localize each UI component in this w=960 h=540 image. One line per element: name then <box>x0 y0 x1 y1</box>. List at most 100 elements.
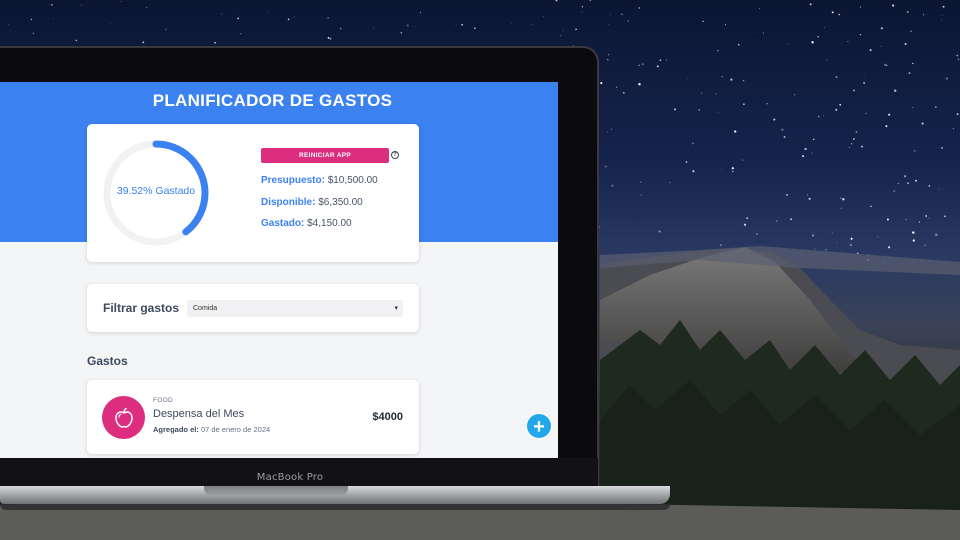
star <box>792 256 794 258</box>
star <box>894 89 896 91</box>
star <box>839 103 842 106</box>
star <box>559 34 562 37</box>
star <box>329 37 332 40</box>
star <box>885 125 888 128</box>
laptop-base-shadow <box>0 504 670 510</box>
star <box>615 86 618 88</box>
star <box>864 74 865 75</box>
star <box>867 254 870 257</box>
star <box>835 76 838 79</box>
star <box>373 28 375 30</box>
star <box>293 16 295 18</box>
star <box>419 11 422 14</box>
star <box>831 11 834 14</box>
star <box>627 20 629 22</box>
star <box>715 93 717 95</box>
star <box>717 49 719 52</box>
star <box>721 75 723 78</box>
star <box>591 28 593 30</box>
star <box>611 184 614 187</box>
star <box>918 221 921 223</box>
star <box>894 89 897 93</box>
expense-date-value: 07 de enero de 2024 <box>200 425 271 434</box>
budget-card: 39.52% Gastado REINICIAR APP ? Presupues… <box>87 124 419 262</box>
star <box>853 89 855 92</box>
star <box>956 113 959 116</box>
star <box>925 215 928 217</box>
star <box>817 35 819 38</box>
star <box>847 41 849 43</box>
star <box>804 147 807 151</box>
filter-label: Filtrar gastos <box>103 301 180 315</box>
star <box>719 244 722 247</box>
star <box>907 182 909 184</box>
star <box>904 42 907 46</box>
star <box>757 32 759 34</box>
category-filter-select[interactable]: Comida ▾ <box>187 300 403 317</box>
star <box>859 6 861 8</box>
spent-label: Gastado: <box>261 218 305 229</box>
star <box>942 5 945 8</box>
star <box>214 41 216 44</box>
laptop-lid: PLANIFICADOR DE GASTOS 39.52% Gastado RE… <box>0 46 599 486</box>
add-expense-button[interactable]: + <box>526 413 552 439</box>
app-screen: PLANIFICADOR DE GASTOS 39.52% Gastado RE… <box>0 82 558 462</box>
spent-stat: Gastado: $4,150.00 <box>261 218 352 229</box>
expense-item[interactable]: FOOD Despensa del Mes Agregado el: 07 de… <box>87 380 419 454</box>
star <box>786 194 788 196</box>
star <box>957 58 960 61</box>
star <box>621 13 623 16</box>
budget-stat: Presupuesto: $10,500.00 <box>261 175 378 186</box>
star <box>859 34 862 36</box>
star <box>685 161 688 163</box>
star <box>674 108 676 111</box>
star <box>721 169 723 170</box>
star <box>886 64 888 66</box>
star <box>638 64 640 67</box>
star <box>877 236 879 238</box>
apple-icon <box>102 396 145 439</box>
star <box>812 138 815 141</box>
star <box>811 152 813 154</box>
star <box>869 49 872 52</box>
expense-amount: $4000 <box>372 411 403 423</box>
star <box>641 63 644 66</box>
star <box>607 54 610 56</box>
reset-app-button[interactable]: REINICIAR APP <box>261 148 389 163</box>
filter-card: Filtrar gastos Comida ▾ <box>87 284 419 332</box>
star <box>32 32 34 34</box>
star <box>886 218 889 221</box>
star <box>825 248 827 251</box>
star <box>589 0 592 2</box>
star <box>912 231 915 234</box>
star <box>806 194 808 196</box>
star <box>656 65 659 68</box>
star <box>610 128 613 130</box>
star <box>840 197 842 199</box>
star <box>604 165 607 168</box>
help-icon[interactable]: ? <box>391 151 399 159</box>
star <box>75 39 78 42</box>
star <box>758 8 760 10</box>
star <box>880 27 884 30</box>
star <box>883 63 887 66</box>
star <box>783 135 786 138</box>
star <box>849 242 850 243</box>
star <box>48 4 50 5</box>
star <box>870 205 872 207</box>
star <box>634 260 637 263</box>
star <box>826 59 828 61</box>
star <box>912 239 915 242</box>
star <box>934 106 937 109</box>
star <box>581 11 583 13</box>
star <box>776 220 778 222</box>
available-value: $6,350.00 <box>318 197 363 208</box>
star <box>867 258 870 261</box>
star <box>666 59 667 61</box>
star <box>607 131 608 133</box>
star <box>956 54 959 57</box>
star <box>339 27 342 30</box>
star <box>802 155 805 158</box>
star <box>938 188 940 190</box>
star <box>608 23 610 25</box>
